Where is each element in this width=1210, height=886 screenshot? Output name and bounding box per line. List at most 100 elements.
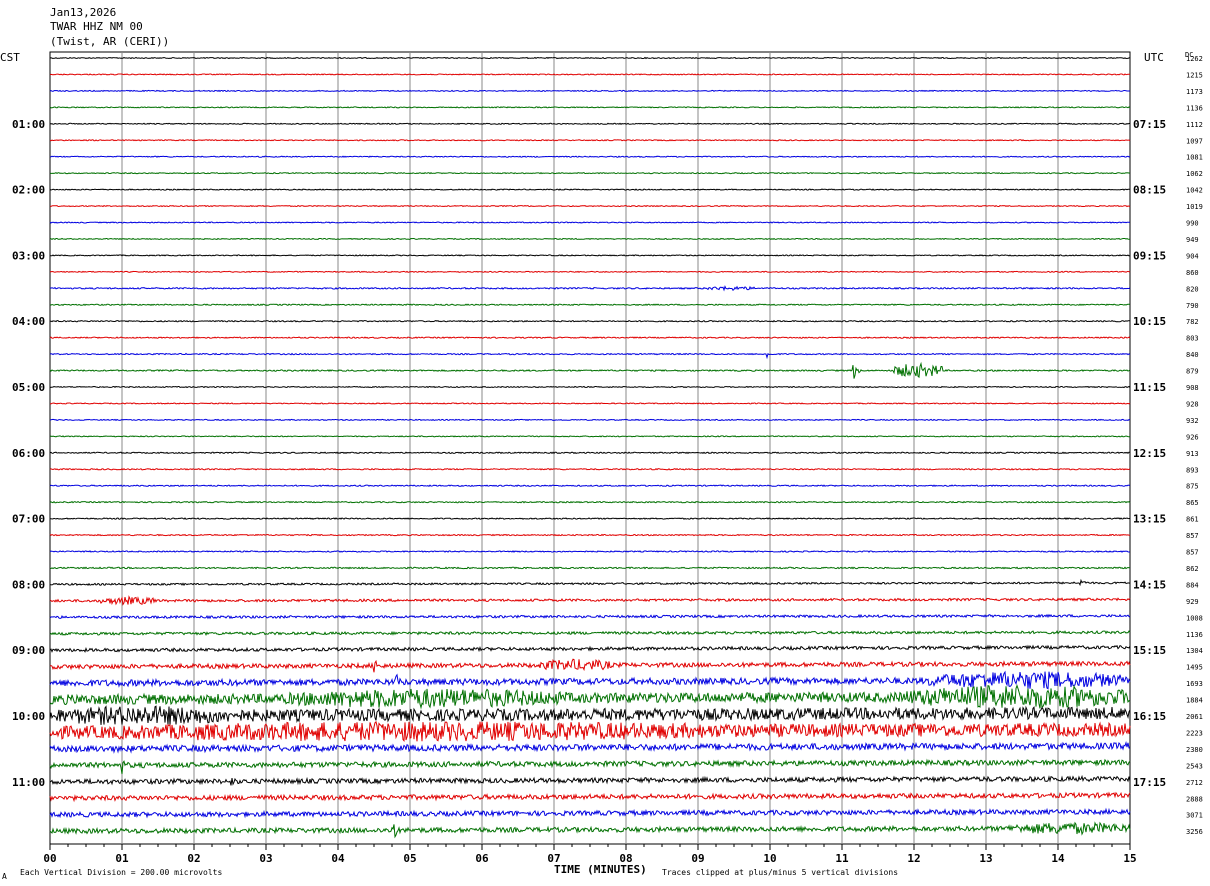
dc-offset-label: 840 xyxy=(1186,351,1199,359)
dc-offset-label: 857 xyxy=(1186,549,1199,557)
dc-offset-label: 908 xyxy=(1186,384,1199,392)
dc-offset-label: 820 xyxy=(1186,285,1199,293)
cst-hour-labels: 01:00 02:00 03:00 04:00 05:00 06:00 07:00 08:00… xyxy=(12,118,45,789)
cst-hour-label: 06:00 xyxy=(12,447,45,460)
trace-line xyxy=(49,56,1131,60)
cst-hour-label: 09:00 xyxy=(12,644,45,657)
trace-line xyxy=(49,106,1131,109)
dc-offset-label: 857 xyxy=(1186,532,1199,540)
dc-offset-label: 1693 xyxy=(1186,680,1203,688)
x-tick-label: 13 xyxy=(979,852,992,865)
trace-line xyxy=(49,303,1131,307)
right-timezone-label: UTC xyxy=(1144,51,1164,64)
trace-line xyxy=(49,684,1131,710)
utc-hour-label: 08:15 xyxy=(1133,184,1166,197)
trace-line xyxy=(49,630,1131,637)
utc-hour-label: 16:15 xyxy=(1133,710,1166,723)
scale-note: Each Vertical Division = 200.00 microvol… xyxy=(20,868,222,877)
header-date: Jan13,2026 xyxy=(50,6,116,19)
trace-line xyxy=(49,500,1131,504)
trace-line xyxy=(49,533,1131,537)
trace-line xyxy=(49,578,1131,587)
trace-line xyxy=(49,385,1131,389)
dc-offset-label: 3256 xyxy=(1186,828,1203,836)
trace-line xyxy=(49,402,1131,405)
trace-line xyxy=(49,435,1131,438)
dc-offset-label: 790 xyxy=(1186,302,1199,310)
seismic-traces xyxy=(49,56,1131,839)
x-tick-label: 06 xyxy=(475,852,489,865)
cst-hour-label: 04:00 xyxy=(12,315,45,328)
dc-offset-labels: 1262 1215 1173 1136 1112 1097 1081 1062 1042 1019… xyxy=(1186,55,1203,836)
seismogram-plot: Jan13,2026 TWAR HHZ NM 00 (Twist, AR (CE… xyxy=(0,6,1203,881)
trace-line xyxy=(49,254,1131,257)
trace-line xyxy=(49,270,1131,273)
cst-hour-label: 01:00 xyxy=(12,118,45,131)
dc-offset-label: 782 xyxy=(1186,318,1199,326)
trace-line xyxy=(49,122,1131,125)
trace-line xyxy=(49,139,1131,142)
dc-offset-label: 904 xyxy=(1186,252,1199,260)
dc-offset-label: 1112 xyxy=(1186,121,1203,129)
trace-line xyxy=(49,821,1131,839)
dc-offset-label: 862 xyxy=(1186,565,1199,573)
dc-offset-label: 990 xyxy=(1186,220,1199,228)
x-tick-label: 01 xyxy=(115,852,129,865)
trace-line xyxy=(49,670,1131,690)
trace-line xyxy=(49,73,1131,76)
dc-offset-label: 1008 xyxy=(1186,614,1203,622)
dc-offset-label: 928 xyxy=(1186,400,1199,408)
dc-offset-label: 3071 xyxy=(1186,812,1203,820)
trace-line xyxy=(49,237,1131,241)
dc-offset-label: 1062 xyxy=(1186,170,1203,178)
dc-offset-label: 2543 xyxy=(1186,762,1203,770)
trace-line xyxy=(49,285,1131,292)
dc-offset-label: 1081 xyxy=(1186,154,1203,162)
utc-hour-label: 15:15 xyxy=(1133,644,1166,657)
dc-offset-label: 2888 xyxy=(1186,795,1203,803)
dc-offset-label: 893 xyxy=(1186,466,1199,474)
trace-line xyxy=(49,204,1131,208)
dc-offset-label: 1215 xyxy=(1186,71,1203,79)
utc-hour-labels: 07:15 08:15 09:15 10:15 11:15 12:15 13:15 14:15… xyxy=(1133,118,1166,789)
cst-hour-label: 08:00 xyxy=(12,578,45,591)
trace-line xyxy=(49,807,1131,819)
trace-line xyxy=(49,467,1131,471)
trace-line xyxy=(49,484,1131,488)
x-tick-label: 09 xyxy=(691,852,704,865)
trace-line xyxy=(49,336,1131,339)
dc-offset-label: 803 xyxy=(1186,335,1199,343)
trace-line xyxy=(49,566,1130,570)
trace-line xyxy=(49,740,1131,754)
dc-offset-label: 929 xyxy=(1186,598,1199,606)
corner-mark: A xyxy=(2,872,7,881)
trace-line xyxy=(49,89,1130,93)
dc-offset-label: 865 xyxy=(1186,499,1199,507)
trace-line xyxy=(49,221,1131,224)
dc-offset-label: 884 xyxy=(1186,581,1199,589)
utc-hour-label: 07:15 xyxy=(1133,118,1166,131)
utc-hour-label: 11:15 xyxy=(1133,381,1166,394)
dc-offset-label: 2712 xyxy=(1186,779,1203,787)
trace-line xyxy=(49,720,1131,742)
trace-line xyxy=(49,361,1131,379)
dc-offset-label: 926 xyxy=(1186,433,1199,441)
trace-line xyxy=(49,705,1131,726)
dc-offset-label: 875 xyxy=(1186,483,1199,491)
trace-line xyxy=(49,613,1131,620)
x-tick-label: 10 xyxy=(763,852,776,865)
cst-hour-label: 03:00 xyxy=(12,249,45,262)
utc-hour-label: 14:15 xyxy=(1133,578,1166,591)
dc-offset-label: 913 xyxy=(1186,450,1199,458)
header-location: (Twist, AR (CERI)) xyxy=(50,35,169,48)
trace-line xyxy=(49,352,1131,360)
cst-hour-label: 07:00 xyxy=(12,513,45,526)
x-tick-label: 00 xyxy=(43,852,56,865)
dc-offset-label: 1136 xyxy=(1186,631,1203,639)
dc-offset-label: 2223 xyxy=(1186,729,1203,737)
x-axis-label: TIME (MINUTES) xyxy=(554,863,647,876)
dc-offset-label: 879 xyxy=(1186,368,1199,376)
x-tick-label: 15 xyxy=(1123,852,1136,865)
trace-line xyxy=(49,155,1131,158)
header-station: TWAR HHZ NM 00 xyxy=(50,20,143,33)
